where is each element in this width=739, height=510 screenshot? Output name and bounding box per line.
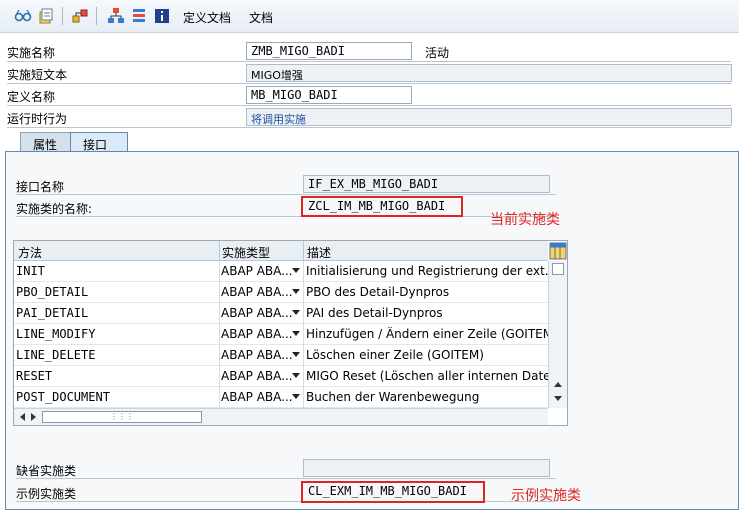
impl-class-row: 实施类的名称: ZCL_IM_MB_MIGO_BADI bbox=[16, 195, 556, 217]
edit-toggle-icon[interactable] bbox=[37, 7, 55, 25]
scrollbar-thumb[interactable] bbox=[552, 263, 564, 275]
method-name-cell: INIT bbox=[16, 264, 45, 278]
impl-name-row: 实施名称 ZMB_MIGO_BADI 活动 bbox=[0, 40, 739, 62]
impl-short-text-field[interactable]: MIGO增强 bbox=[246, 64, 732, 82]
impl-status-text: 活动 bbox=[425, 46, 450, 60]
description-cell: Hinzufügen / Ändern einer Zeile (GOITEM) bbox=[306, 327, 548, 341]
table-vertical-scrollbar[interactable] bbox=[548, 261, 567, 408]
interface-name-field[interactable]: IF_EX_MB_MIGO_BADI bbox=[303, 175, 550, 193]
impl-name-field[interactable]: ZMB_MIGO_BADI bbox=[246, 42, 412, 60]
interface-name-row: 接口名称 IF_EX_MB_MIGO_BADI bbox=[16, 173, 556, 195]
runtime-behavior-label: 运行时行为 bbox=[7, 112, 68, 126]
column-header-method[interactable]: 方法 bbox=[18, 244, 42, 261]
stack-icon[interactable] bbox=[130, 7, 148, 25]
impl-name-label: 实施名称 bbox=[7, 46, 56, 60]
row-divider bbox=[7, 127, 731, 128]
method-name-cell: PBO_DETAIL bbox=[16, 285, 89, 299]
table-row[interactable]: POST_DOCUMENT ABAP ABA... Buchen der Waren… bbox=[14, 387, 548, 408]
description-cell: Initialisierung und Registrierung der ex… bbox=[306, 264, 548, 278]
org-structure-icon[interactable] bbox=[107, 7, 125, 25]
scroll-right-arrow-icon[interactable] bbox=[31, 413, 36, 421]
table-row[interactable]: PBO_DETAIL ABAP ABA... PBO des Detail-Dynp… bbox=[14, 282, 548, 303]
method-name-cell: PAI_DETAIL bbox=[16, 306, 89, 320]
toolbar-separator bbox=[96, 7, 97, 25]
table-settings-icon[interactable] bbox=[549, 242, 567, 260]
column-grid-line bbox=[303, 261, 304, 408]
impl-short-text-label: 实施短文本 bbox=[7, 68, 68, 82]
impl-type-cell[interactable]: ABAP ABA... bbox=[221, 285, 293, 299]
column-header-impl-type[interactable]: 实施类型 bbox=[222, 244, 270, 261]
description-cell: PAI des Detail-Dynpros bbox=[306, 306, 443, 320]
example-impl-class-highlight-box bbox=[301, 481, 485, 503]
column-separator bbox=[219, 241, 220, 261]
table-row[interactable]: INIT ABAP ABA... Initialisierung und Regis… bbox=[14, 261, 548, 282]
table-row[interactable]: RESET ABAP ABA... MIGO Reset (Löschen alle… bbox=[14, 366, 548, 387]
runtime-behavior-row: 运行时行为 将调用实施 bbox=[0, 106, 739, 128]
documentation-button[interactable]: 文档 bbox=[249, 9, 273, 26]
runtime-behavior-field[interactable]: 将调用实施 bbox=[246, 108, 732, 126]
tab-strip: 属性 接口 bbox=[0, 130, 739, 152]
def-name-field[interactable]: MB_MIGO_BADI bbox=[246, 86, 412, 104]
table-row[interactable]: LINE_DELETE ABAP ABA... Löschen einer Zeil… bbox=[14, 345, 548, 366]
scroll-up-arrow-icon[interactable] bbox=[554, 382, 562, 387]
dropdown-arrow-icon[interactable] bbox=[292, 352, 300, 357]
methods-table: 方法 实施类型 描述 INIT ABAP ABA... Initialisierun… bbox=[13, 240, 568, 426]
impl-type-cell[interactable]: ABAP ABA... bbox=[221, 327, 293, 341]
default-impl-class-row: 缺省实施类 bbox=[16, 457, 556, 479]
method-name-cell: POST_DOCUMENT bbox=[16, 390, 110, 404]
dropdown-arrow-icon[interactable] bbox=[292, 310, 300, 315]
define-documentation-button[interactable]: 定义文档 bbox=[183, 9, 231, 26]
scrollbar-thumb[interactable]: ⋮⋮⋮ bbox=[42, 411, 202, 423]
impl-type-cell[interactable]: ABAP ABA... bbox=[221, 390, 293, 404]
interface-tab-panel: 接口名称 IF_EX_MB_MIGO_BADI 实施类的名称: ZCL_IM_M… bbox=[5, 151, 739, 510]
method-name-cell: LINE_MODIFY bbox=[16, 327, 96, 341]
dropdown-arrow-icon[interactable] bbox=[292, 268, 300, 273]
impl-type-cell[interactable]: ABAP ABA... bbox=[221, 306, 293, 320]
impl-type-cell[interactable]: ABAP ABA... bbox=[221, 348, 293, 362]
scroll-left-arrow-icon[interactable] bbox=[20, 413, 25, 421]
impl-class-label: 实施类的名称: bbox=[16, 202, 93, 216]
dropdown-arrow-icon[interactable] bbox=[292, 289, 300, 294]
interface-name-label: 接口名称 bbox=[16, 180, 65, 194]
dropdown-arrow-icon[interactable] bbox=[292, 394, 300, 399]
description-cell: Buchen der Warenbewegung bbox=[306, 390, 480, 404]
table-horizontal-scrollbar[interactable]: ⋮⋮⋮ bbox=[14, 408, 548, 425]
column-separator bbox=[303, 241, 304, 261]
def-name-label: 定义名称 bbox=[7, 90, 56, 104]
impl-type-cell[interactable]: ABAP ABA... bbox=[221, 264, 293, 278]
tab-attributes[interactable]: 属性 bbox=[20, 132, 72, 152]
example-impl-class-annotation: 示例实施类 bbox=[511, 488, 581, 504]
column-grid-line bbox=[219, 261, 220, 408]
scroll-down-arrow-icon[interactable] bbox=[554, 396, 562, 401]
impl-class-highlight-box bbox=[301, 196, 463, 217]
application-toolbar: 定义文档 文档 bbox=[0, 0, 739, 33]
dropdown-arrow-icon[interactable] bbox=[292, 373, 300, 378]
impl-type-cell[interactable]: ABAP ABA... bbox=[221, 369, 293, 383]
implementation-header: 实施名称 ZMB_MIGO_BADI 活动 实施短文本 MIGO增强 定义名称 … bbox=[0, 33, 739, 129]
row-divider bbox=[16, 478, 556, 479]
default-impl-class-field[interactable] bbox=[303, 459, 550, 477]
method-name-cell: RESET bbox=[16, 369, 53, 383]
default-impl-class-label: 缺省实施类 bbox=[16, 464, 77, 478]
description-cell: MIGO Reset (Löschen aller internen Daten… bbox=[306, 369, 548, 383]
column-header-description[interactable]: 描述 bbox=[307, 244, 331, 261]
table-row[interactable]: PAI_DETAIL ABAP ABA... PAI des Detail-Dynp… bbox=[14, 303, 548, 324]
example-impl-class-label: 示例实施类 bbox=[16, 487, 77, 501]
toolbar-separator bbox=[62, 7, 63, 25]
description-cell: PBO des Detail-Dynpros bbox=[306, 285, 450, 299]
hierarchy-icon[interactable] bbox=[71, 7, 89, 25]
methods-table-header: 方法 实施类型 描述 bbox=[14, 241, 548, 261]
dropdown-arrow-icon[interactable] bbox=[292, 331, 300, 336]
current-impl-class-annotation: 当前实施类 bbox=[490, 212, 560, 228]
glasses-icon[interactable] bbox=[14, 7, 32, 25]
impl-short-text-row: 实施短文本 MIGO增强 bbox=[0, 62, 739, 84]
description-cell: Löschen einer Zeile (GOITEM) bbox=[306, 348, 484, 362]
tab-interface[interactable]: 接口 bbox=[70, 132, 128, 152]
method-name-cell: LINE_DELETE bbox=[16, 348, 96, 362]
row-divider bbox=[16, 216, 556, 217]
table-row[interactable]: LINE_MODIFY ABAP ABA... Hinzufügen / Änder… bbox=[14, 324, 548, 345]
info-icon[interactable] bbox=[153, 7, 171, 25]
def-name-row: 定义名称 MB_MIGO_BADI bbox=[0, 84, 739, 106]
